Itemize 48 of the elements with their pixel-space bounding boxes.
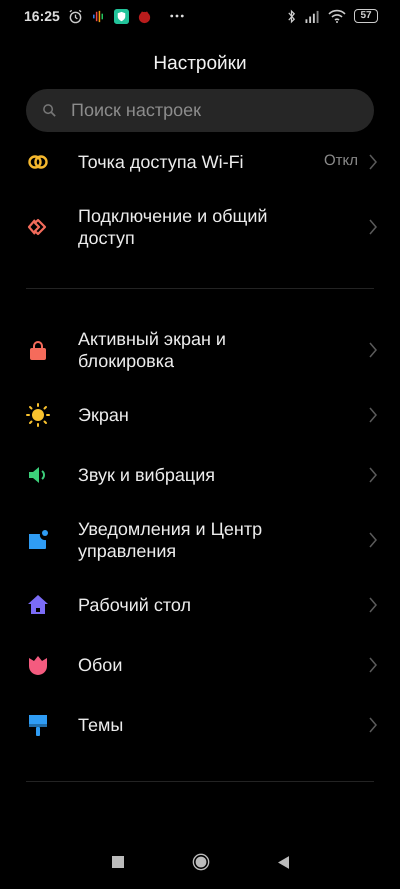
- settings-item[interactable]: Темы: [0, 694, 400, 754]
- chevron-icon: [368, 466, 378, 482]
- item-label: Обои: [78, 654, 124, 676]
- more-icon: [170, 14, 184, 18]
- item-value: Откл: [324, 151, 358, 172]
- chevron-icon: [368, 596, 378, 612]
- signal-icon: [304, 10, 320, 22]
- settings-item[interactable]: Обои: [0, 634, 400, 694]
- back-button[interactable]: [278, 856, 288, 868]
- chevron-icon: [368, 406, 378, 422]
- item-label: Уведомления и Центр управления: [78, 518, 264, 562]
- bluetooth-icon: [287, 8, 296, 24]
- settings-item[interactable]: Активный экран и блокировка: [0, 314, 400, 384]
- page-title: Настройки: [152, 52, 248, 76]
- settings-item[interactable]: Уведомления и Центр управления: [0, 504, 400, 574]
- shield-icon: [114, 8, 129, 24]
- settings-item[interactable]: Рабочий стол: [0, 574, 400, 634]
- search-field[interactable]: Поиск настроек: [26, 88, 374, 132]
- bug-icon: [136, 8, 152, 24]
- wifi-icon: [328, 9, 346, 23]
- chevron-icon: [368, 342, 378, 358]
- item-label: Экран: [78, 404, 130, 426]
- home-icon: [26, 592, 50, 616]
- brush-icon: [26, 712, 50, 736]
- item-label: Темы: [78, 714, 124, 736]
- settings-item[interactable]: Подключение и общий доступ: [0, 192, 400, 262]
- item-label: Подключение и общий доступ: [78, 204, 268, 248]
- settings-item[interactable]: Экран: [0, 384, 400, 444]
- chevron-icon: [368, 532, 378, 548]
- home-button[interactable]: [192, 853, 210, 871]
- item-label: Рабочий стол: [78, 594, 192, 616]
- chevron-icon: [368, 656, 378, 672]
- item-label: Активный экран и блокировка: [78, 328, 227, 372]
- recents-button[interactable]: [112, 856, 124, 868]
- chevron-icon: [368, 154, 378, 170]
- alarm-icon: [68, 8, 83, 24]
- notification-icon: [26, 528, 50, 552]
- equalizer-icon: [90, 8, 106, 24]
- item-label: Точка доступа Wi-Fi: [78, 150, 245, 172]
- status-time: 16:25: [24, 6, 60, 26]
- chevron-icon: [368, 218, 378, 234]
- sun-icon: [26, 402, 50, 426]
- battery-indicator: 57: [354, 9, 378, 23]
- item-label: Звук и вибрация: [78, 464, 216, 486]
- settings-item[interactable]: Точка доступа Wi-Fi Откл: [0, 132, 400, 192]
- chevron-icon: [368, 716, 378, 732]
- settings-item[interactable]: Звук и вибрация: [0, 444, 400, 504]
- search-icon: [42, 102, 57, 118]
